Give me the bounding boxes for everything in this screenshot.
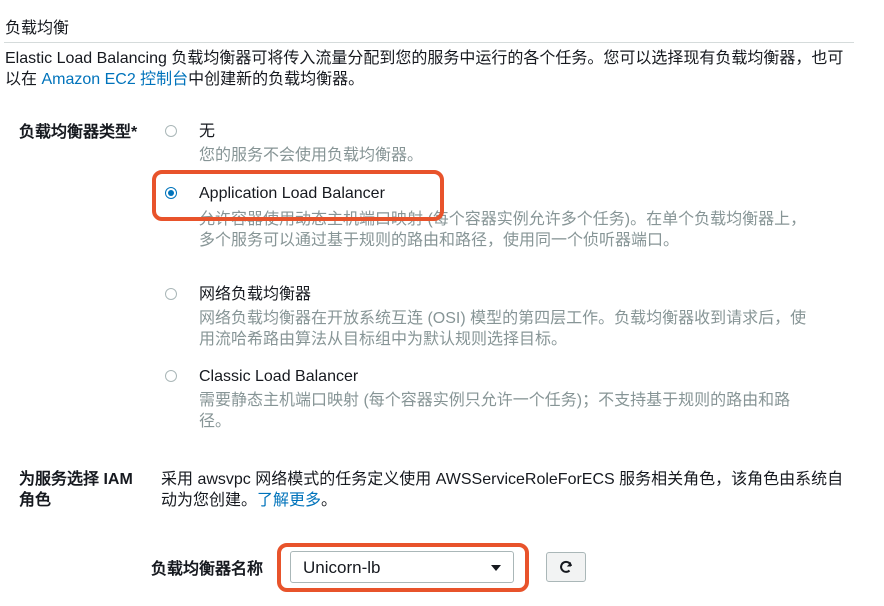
option-title: 无: [199, 123, 216, 140]
iam-role-text: 采用 awsvpc 网络模式的任务定义使用 AWSServiceRoleForE…: [161, 469, 851, 511]
refresh-icon: [560, 560, 572, 573]
option-title: 网络负载均衡器: [199, 286, 312, 303]
section-divider: [4, 42, 854, 43]
option-description: 您的服务不会使用负载均衡器。: [199, 147, 424, 164]
radio-clb[interactable]: [165, 370, 177, 382]
section-intro: Elastic Load Balancing 负载均衡器可将传入流量分配到您的服…: [5, 48, 845, 90]
intro-text-end: 中创建新的负载均衡器。: [188, 71, 365, 88]
ec2-console-link[interactable]: Amazon EC2 控制台: [41, 71, 188, 88]
option-description: 需要静态主机端口映射 (每个容器实例只允许一个任务)；不支持基于规则的路由和路径…: [199, 392, 791, 430]
alb-highlight-box: [152, 170, 444, 221]
refresh-button[interactable]: [546, 552, 586, 582]
learn-more-link[interactable]: 了解更多: [257, 492, 321, 509]
option-description: 网络负载均衡器在开放系统互连 (OSI) 模型的第四层工作。负载均衡器收到请求后…: [199, 310, 807, 348]
radio-none[interactable]: [165, 125, 177, 137]
section-title: 负载均衡: [5, 20, 70, 37]
option-title: Classic Load Balancer: [199, 368, 359, 385]
lb-name-label: 负载均衡器名称: [151, 561, 264, 578]
iam-role-label: 为服务选择 IAM 角色: [19, 471, 133, 509]
lb-type-label: 负载均衡器类型*: [19, 124, 138, 141]
radio-nlb[interactable]: [165, 288, 177, 300]
iam-text-end: 。: [321, 492, 338, 509]
lb-name-highlight-box: [277, 543, 529, 592]
